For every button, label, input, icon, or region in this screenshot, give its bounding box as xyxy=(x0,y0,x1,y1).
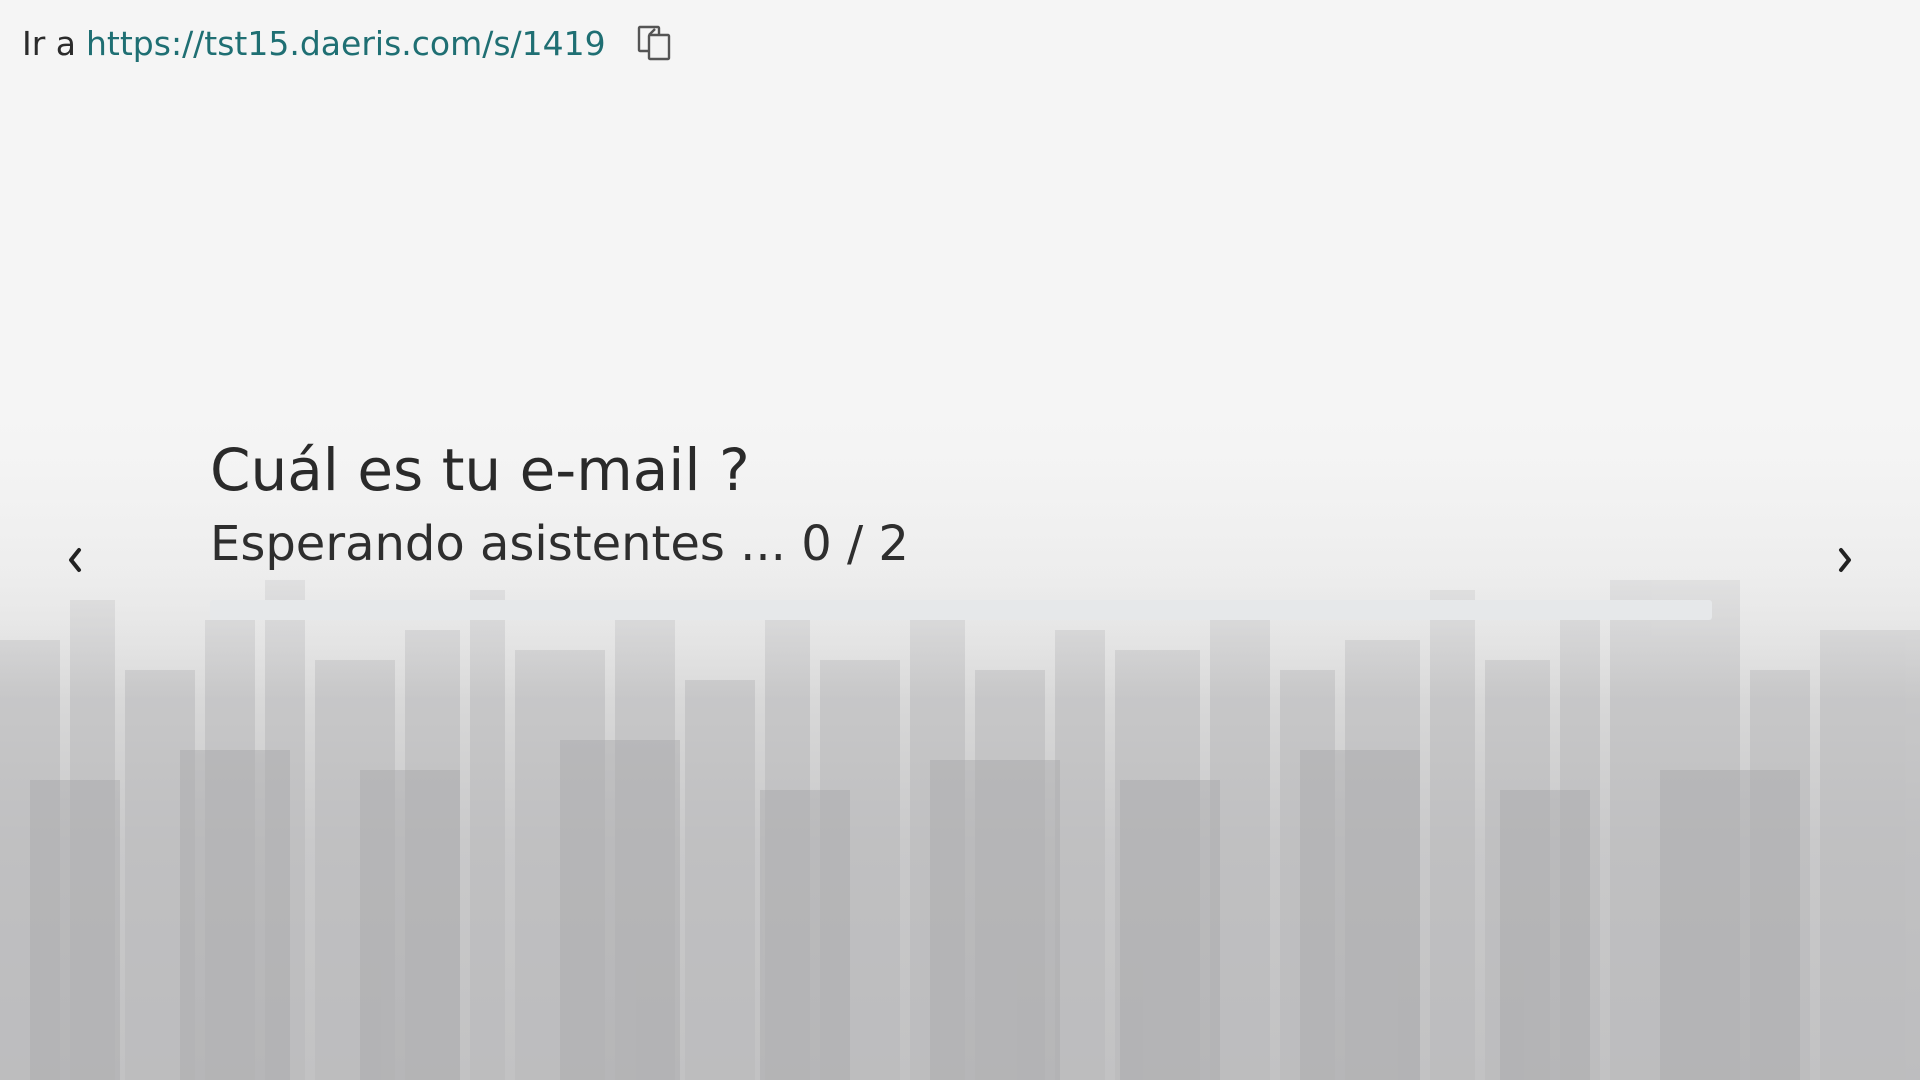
link-prefix: Ir a xyxy=(22,23,77,63)
chevron-left-icon[interactable] xyxy=(55,540,95,580)
chevron-right-icon[interactable] xyxy=(1825,540,1865,580)
attendee-status: Esperando asistentes ... 0 / 2 xyxy=(210,516,909,572)
question-panel: Cuál es tu e-mail ? Esperando asistentes… xyxy=(210,432,1712,620)
copy-icon[interactable] xyxy=(634,22,676,64)
question-title: Cuál es tu e-mail ? xyxy=(210,436,750,504)
session-link[interactable]: https://tst15.daeris.com/s/1419 xyxy=(86,24,606,63)
attendee-progress-bar xyxy=(210,600,1712,620)
session-link-bar: Ir a https://tst15.daeris.com/s/1419 xyxy=(22,22,676,64)
